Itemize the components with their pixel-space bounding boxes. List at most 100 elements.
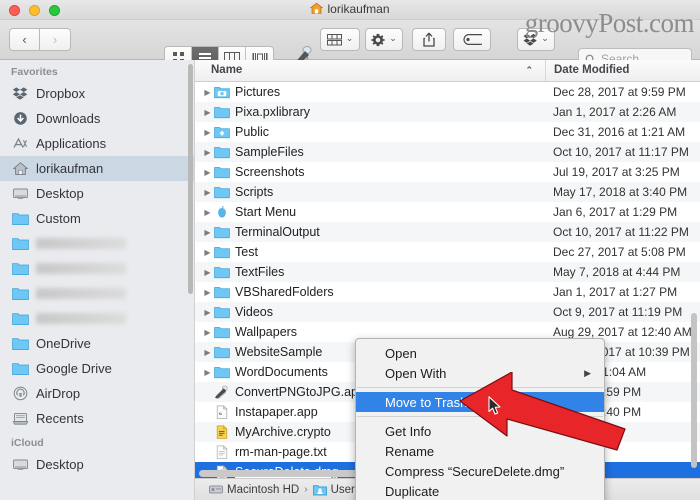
dropbox-button[interactable]: ⌄ <box>517 28 555 51</box>
folder-icon <box>12 211 29 227</box>
airdrop-icon <box>13 386 28 401</box>
finder-window: lorikaufman groovyPost.com ‹ › ⌄ ⌄ ⌄ Sea… <box>0 0 700 500</box>
file-name-cell[interactable]: ▶ Screenshots <box>195 165 545 180</box>
date-modified-cell: Oct 10, 2017 at 11:22 PM <box>553 225 689 239</box>
table-row[interactable]: ▶ Screenshots Jul 19, 2017 at 3:25 PM <box>195 162 700 182</box>
sidebar-item-downloads[interactable]: Downloads <box>0 106 194 131</box>
date-modified-cell: Dec 27, 2017 at 5:08 PM <box>553 245 686 259</box>
table-row[interactable]: ▶ Videos Oct 9, 2017 at 11:19 PM <box>195 302 700 322</box>
action-gear-button[interactable]: ⌄ <box>365 28 403 51</box>
table-row[interactable]: ▶ SampleFiles Oct 10, 2017 at 11:17 PM <box>195 142 700 162</box>
disclosure-triangle-icon[interactable]: ▶ <box>201 168 214 177</box>
chevron-down-icon: ⌄ <box>345 32 354 43</box>
sidebar-item-desktop[interactable]: Desktop <box>0 181 194 206</box>
disclosure-triangle-icon[interactable]: ▶ <box>201 88 214 97</box>
sidebar-item-applications[interactable]: Applications <box>0 131 194 156</box>
disclosure-triangle-icon[interactable]: ▶ <box>201 328 214 337</box>
file-name-cell[interactable]: ▶ SampleFiles <box>195 145 545 160</box>
path-segment-macintosh-hd[interactable]: Macintosh HD <box>209 483 299 496</box>
column-header-name[interactable]: Name ⌃ <box>195 60 545 81</box>
disclosure-triangle-icon[interactable]: ▶ <box>201 228 214 237</box>
crypto-doc-icon <box>214 424 230 440</box>
tag-icon <box>463 34 482 45</box>
sidebar-item-dropbox[interactable]: Dropbox <box>0 81 194 106</box>
column-header-date-modified[interactable]: Date Modified <box>545 60 700 81</box>
sidebar-item-lorikaufman[interactable]: lorikaufman <box>0 156 194 181</box>
file-name-cell[interactable]: ▶ Pixa.pxlibrary <box>195 105 545 120</box>
disclosure-triangle-icon[interactable]: ▶ <box>201 268 214 277</box>
file-name-cell[interactable]: ▶ Start Menu <box>195 205 545 220</box>
disclosure-triangle-icon[interactable]: ▶ <box>201 288 214 297</box>
disclosure-triangle-icon[interactable]: ▶ <box>201 108 214 117</box>
date-modified-cell: Jan 1, 2017 at 1:27 PM <box>553 285 678 299</box>
back-button[interactable]: ‹ <box>9 28 40 51</box>
sidebar-item-airdrop[interactable]: AirDrop <box>0 381 194 406</box>
sidebar-item-label: Dropbox <box>36 86 86 101</box>
menu-item-rename[interactable]: Rename <box>356 441 604 461</box>
menu-item-get-info[interactable]: Get Info <box>356 421 604 441</box>
table-row[interactable]: ▶ Pixa.pxlibrary Jan 1, 2017 at 2:26 AM <box>195 102 700 122</box>
table-row[interactable]: ▶ TextFiles May 7, 2018 at 4:44 PM <box>195 262 700 282</box>
sidebar-item-google-drive[interactable]: Google Drive <box>0 356 194 381</box>
folder-icon <box>214 285 230 300</box>
folder-icon <box>214 106 230 118</box>
table-row[interactable]: ▶ Public Dec 31, 2016 at 1:21 AM <box>195 122 700 142</box>
menu-separator <box>357 416 603 417</box>
sidebar-item-custom[interactable]: Custom <box>0 206 194 231</box>
file-list-scrollbar[interactable] <box>691 313 697 468</box>
sidebar-item-redacted-7[interactable] <box>0 256 194 281</box>
file-name-cell[interactable]: ▶ VBSharedFolders <box>195 285 545 300</box>
context-menu[interactable]: Open Open With ▶ Move to Trash Get Info Renam… <box>355 338 605 500</box>
table-row[interactable]: ▶ Test Dec 27, 2017 at 5:08 PM <box>195 242 700 262</box>
disclosure-triangle-icon[interactable]: ▶ <box>201 208 214 217</box>
folder-icon <box>214 105 230 120</box>
sidebar-item-label: Desktop <box>36 186 84 201</box>
menu-item-move-to-trash[interactable]: Move to Trash <box>356 392 604 412</box>
file-name-cell[interactable]: ▶ TextFiles <box>195 265 545 280</box>
share-button[interactable] <box>412 28 446 51</box>
file-name-cell[interactable]: ▶ Pictures <box>195 85 545 100</box>
disclosure-triangle-icon[interactable]: ▶ <box>201 248 214 257</box>
sidebar-item-redacted-9[interactable] <box>0 306 194 331</box>
forward-button[interactable]: › <box>40 28 71 51</box>
disclosure-triangle-icon[interactable]: ▶ <box>201 368 214 377</box>
path-segment-users[interactable]: User <box>312 483 355 496</box>
sidebar-item-recents[interactable]: Recents <box>0 406 194 431</box>
folder-icon <box>12 338 29 350</box>
disclosure-triangle-icon[interactable]: ▶ <box>201 148 214 157</box>
table-row[interactable]: ▶ TerminalOutput Oct 10, 2017 at 11:22 PM <box>195 222 700 242</box>
sidebar-item-desktop[interactable]: Desktop <box>0 452 194 477</box>
disclosure-triangle-icon[interactable]: ▶ <box>201 308 214 317</box>
sidebar-item-redacted-6[interactable] <box>0 231 194 256</box>
date-modified-cell: Jan 6, 2017 at 1:29 PM <box>553 205 678 219</box>
file-name-cell[interactable]: ▶ Scripts <box>195 185 545 200</box>
public-folder-icon <box>214 126 230 138</box>
sidebar[interactable]: Favorites Dropbox Downloads Applications lor… <box>0 60 195 500</box>
disclosure-triangle-icon[interactable]: ▶ <box>201 188 214 197</box>
tag-button[interactable] <box>453 28 491 51</box>
table-row[interactable]: ▶ Scripts May 17, 2018 at 3:40 PM <box>195 182 700 202</box>
table-row[interactable]: ▶ Start Menu Jan 6, 2017 at 1:29 PM <box>195 202 700 222</box>
file-name-cell[interactable]: ▶ TerminalOutput <box>195 225 545 240</box>
file-name-cell[interactable]: ▶ Test <box>195 245 545 260</box>
date-modified-cell: May 17, 2018 at 3:40 PM <box>553 185 688 199</box>
file-name-label: Pictures <box>235 85 281 99</box>
menu-item-open[interactable]: Open <box>356 343 604 363</box>
arrange-by-button[interactable]: ⌄ <box>320 28 360 51</box>
table-row[interactable]: ▶ Pictures Dec 28, 2017 at 9:59 PM <box>195 82 700 102</box>
menu-item-compress-securedelete-dmg[interactable]: Compress “SecureDelete.dmg” <box>356 461 604 481</box>
crypto-doc-icon <box>216 424 228 439</box>
disclosure-triangle-icon[interactable]: ▶ <box>201 348 214 357</box>
disclosure-triangle-icon[interactable]: ▶ <box>201 128 214 137</box>
sidebar-item-redacted-8[interactable] <box>0 281 194 306</box>
sidebar-scrollbar[interactable] <box>188 64 193 294</box>
menu-item-duplicate[interactable]: Duplicate <box>356 481 604 500</box>
file-name-cell[interactable]: ▶ Videos <box>195 305 545 320</box>
menu-item-open-with[interactable]: Open With ▶ <box>356 363 604 383</box>
table-row[interactable]: ▶ VBSharedFolders Jan 1, 2017 at 1:27 PM <box>195 282 700 302</box>
folder-icon <box>214 146 230 158</box>
sidebar-item-onedrive[interactable]: OneDrive <box>0 331 194 356</box>
home-icon <box>12 161 29 177</box>
folder-icon <box>214 145 230 160</box>
file-name-cell[interactable]: ▶ Public <box>195 125 545 140</box>
